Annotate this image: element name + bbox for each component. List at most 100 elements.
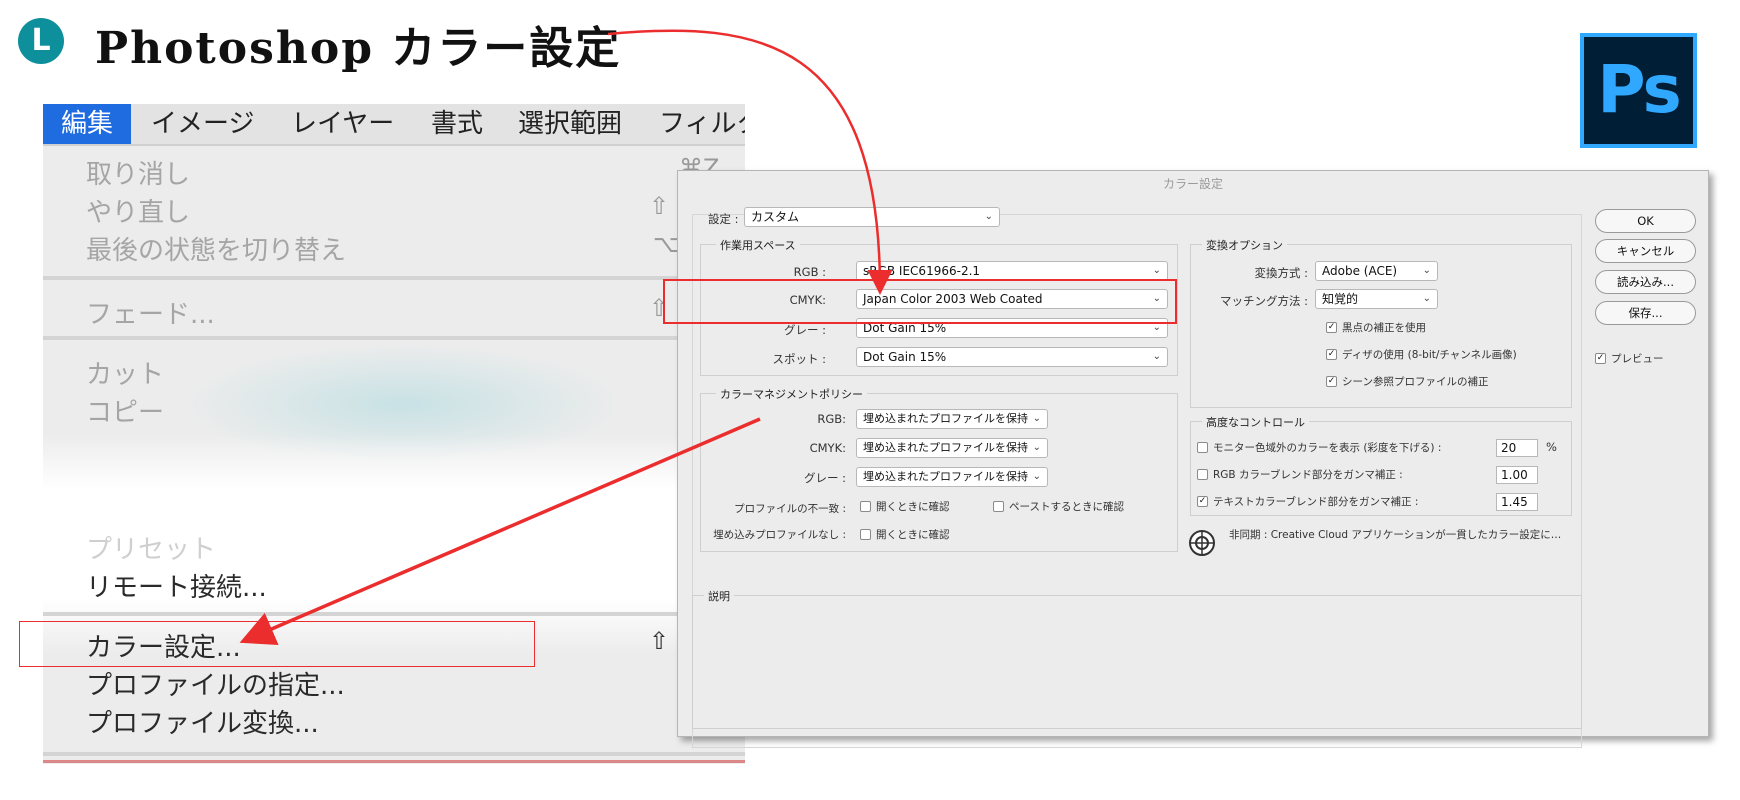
workspace-spot-select[interactable]: Dot Gain 15% ⌄ (856, 347, 1168, 367)
policy-group-label: カラーマネジメントポリシー (716, 386, 867, 402)
description-box (692, 595, 1582, 729)
cmyk-highlight (663, 279, 1177, 324)
workspace-spot-value: Dot Gain 15% (863, 350, 947, 364)
color-settings-dialog: カラー設定 設定 : カスタム ⌄ 作業用スペース RGB : sRGB IEC… (677, 170, 1709, 748)
menu-separator (43, 276, 745, 280)
chevron-down-icon: ⌄ (984, 211, 993, 222)
load-button[interactable]: 読み込み... (1595, 270, 1696, 294)
sync-status-text: 非同期 : Creative Cloud アプリケーションが一貫したカラー設定に… (1229, 529, 1562, 541)
engine-label: 変換方式 : (1254, 266, 1308, 280)
text-blend-checkbox[interactable]: ✓ (1197, 496, 1208, 507)
menu-item-redo[interactable]: やり直し (86, 192, 190, 229)
desaturate-checkbox[interactable] (1197, 442, 1208, 453)
desaturate-unit: % (1546, 440, 1557, 454)
black-point-checkbox[interactable]: ✓ (1326, 322, 1337, 333)
save-button[interactable]: 保存... (1595, 301, 1696, 325)
dialog-title: カラー設定 (1162, 177, 1223, 191)
settings-value: カスタム (751, 210, 800, 224)
text-blend-label: テキストカラーブレンド部分をガンマ補正 : (1213, 496, 1419, 508)
mismatch-paste-label: ペーストするときに確認 (1009, 501, 1124, 513)
menu-separator (43, 612, 745, 616)
rgb-blend-input[interactable]: 1.00 (1496, 466, 1538, 484)
missing-profile-label: 埋め込みプロファイルなし : (713, 529, 846, 541)
dither-checkbox[interactable]: ✓ (1326, 349, 1337, 360)
workspace-gray-label: グレー : (783, 323, 826, 337)
mismatch-label: プロファイルの不一致 : (734, 503, 846, 515)
workspace-rgb-select[interactable]: sRGB IEC61966-2.1 ⌄ (856, 261, 1168, 281)
menu-item-fade[interactable]: フェード... (86, 294, 215, 331)
redo-shortcut: ⇧ (649, 192, 670, 220)
section-badge: L (18, 18, 64, 64)
text-blend-input[interactable]: 1.45 (1496, 493, 1538, 511)
policy-gray-select[interactable]: 埋め込まれたプロファイルを保持 ⌄ (856, 467, 1048, 487)
desaturate-label: モニター色域外のカラーを表示 (彩度を下げる) : (1213, 442, 1442, 454)
policy-cmyk-select[interactable]: 埋め込まれたプロファイルを保持 ⌄ (856, 438, 1048, 458)
menu-image[interactable]: イメージ (151, 104, 254, 144)
description-label: 説明 (704, 588, 734, 604)
chevron-down-icon: ⌄ (1422, 265, 1431, 276)
menu-type[interactable]: 書式 (431, 104, 483, 144)
menu-separator (43, 752, 745, 756)
workspace-rgb-label: RGB : (793, 265, 826, 279)
scene-referred-label: シーン参照プロファイルの補正 (1342, 376, 1489, 388)
menu-separator (43, 336, 745, 340)
advanced-group-label: 高度なコントロール (1202, 414, 1309, 430)
menu-select[interactable]: 選択範囲 (518, 104, 622, 144)
menu-edit[interactable]: 編集 (43, 104, 132, 144)
chevron-down-icon: ⌄ (1032, 413, 1041, 424)
conversion-group-label: 変換オプション (1202, 237, 1287, 253)
menu-item-cut[interactable]: カット (86, 354, 164, 391)
engine-select[interactable]: Adobe (ACE) ⌄ (1315, 261, 1438, 281)
menu-bottom-edge (43, 760, 745, 763)
policy-cmyk-label: CMYK: (809, 441, 846, 455)
color-settings-shortcut: ⇧ (649, 627, 670, 655)
chevron-down-icon: ⌄ (1032, 442, 1041, 453)
engine-value: Adobe (ACE) (1322, 264, 1398, 278)
dither-label: ディザの使用 (8-bit/チャンネル画像) (1342, 349, 1517, 361)
mismatch-open-label: 開くときに確認 (876, 501, 950, 513)
menu-item-undo[interactable]: 取り消し (86, 154, 190, 191)
workspace-rgb-value: sRGB IEC61966-2.1 (863, 264, 981, 278)
scene-referred-checkbox[interactable]: ✓ (1326, 376, 1337, 387)
chevron-down-icon: ⌄ (1152, 265, 1161, 276)
policy-cmyk-value: 埋め込まれたプロファイルを保持 (863, 441, 1028, 454)
policy-rgb-select[interactable]: 埋め込まれたプロファイルを保持 ⌄ (856, 409, 1048, 429)
desaturate-input[interactable]: 20 (1496, 439, 1538, 457)
missing-open-label: 開くときに確認 (876, 529, 950, 541)
black-point-label: 黒点の補正を使用 (1342, 322, 1426, 334)
policy-rgb-label: RGB: (817, 412, 846, 426)
menu-filter[interactable]: フィルタ (659, 104, 745, 144)
page-title: Photoshop カラー設定 (95, 23, 622, 74)
chevron-down-icon: ⌄ (1032, 471, 1041, 482)
chevron-down-icon: ⌄ (1152, 351, 1161, 362)
policy-gray-value: 埋め込まれたプロファイルを保持 (863, 470, 1028, 483)
menu-item-remote-connections[interactable]: リモート接続... (86, 567, 267, 604)
menu-item-copy[interactable]: コピー (86, 392, 164, 429)
intent-label: マッチング方法 : (1219, 294, 1308, 308)
menu-item-presets[interactable]: プリセット (86, 529, 216, 566)
preview-checkbox[interactable]: ✓ (1595, 353, 1606, 364)
menu-bar: 編集 イメージ レイヤー 書式 選択範囲 フィルタ (43, 104, 745, 146)
menu-item-convert-profile[interactable]: プロファイル変換... (86, 703, 319, 740)
policy-rgb-value: 埋め込まれたプロファイルを保持 (863, 412, 1028, 425)
intent-value: 知覚的 (1322, 292, 1359, 306)
preview-label: プレビュー (1611, 353, 1664, 365)
intent-select[interactable]: 知覚的 ⌄ (1315, 289, 1438, 309)
rgb-blend-checkbox[interactable] (1197, 469, 1208, 480)
missing-open-checkbox[interactable] (860, 529, 871, 540)
menu-item-assign-profile[interactable]: プロファイルの指定... (86, 665, 345, 702)
sync-status-icon (1188, 529, 1216, 557)
menu-item-toggle-last-state[interactable]: 最後の状態を切り替え (86, 230, 346, 267)
settings-select[interactable]: カスタム ⌄ (744, 207, 1000, 227)
rgb-blend-label: RGB カラーブレンド部分をガンマ補正 : (1213, 469, 1403, 481)
policy-gray-label: グレー : (803, 471, 846, 485)
workspace-spot-label: スポット : (772, 352, 826, 366)
workspace-group-label: 作業用スペース (716, 237, 800, 253)
settings-label: 設定 : (708, 212, 739, 226)
ok-button[interactable]: OK (1595, 209, 1696, 233)
mismatch-open-checkbox[interactable] (860, 501, 871, 512)
cancel-button[interactable]: キャンセル (1595, 239, 1696, 263)
color-settings-highlight (19, 621, 535, 667)
mismatch-paste-checkbox[interactable] (993, 501, 1004, 512)
menu-layer[interactable]: レイヤー (291, 104, 394, 144)
